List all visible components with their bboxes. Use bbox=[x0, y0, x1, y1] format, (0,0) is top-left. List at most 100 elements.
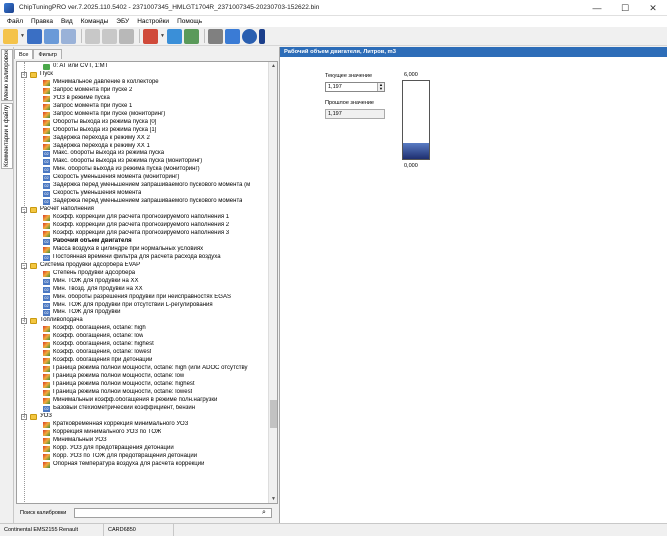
tree-item[interactable]: 02 Рабочий объем двигателя bbox=[17, 238, 269, 246]
tree-item[interactable]: Обороты выхода из режима пуска [1] bbox=[17, 127, 269, 135]
tree-folder[interactable]: − Пуск bbox=[17, 71, 269, 79]
tree-item[interactable]: Минимальный УОЗ bbox=[17, 437, 269, 445]
tree-item[interactable]: Коэфф. обогащения, octane: highest bbox=[17, 341, 269, 349]
tree-item[interactable]: Запрос момента при пуске 1 bbox=[17, 103, 269, 111]
compare-icon[interactable] bbox=[143, 28, 158, 44]
help-icon[interactable] bbox=[242, 28, 257, 44]
search-icon[interactable] bbox=[184, 28, 199, 44]
menu-help[interactable]: Помощь bbox=[173, 18, 206, 25]
save-as-icon[interactable] bbox=[44, 28, 59, 44]
tree-item-label: Расчет наполнения bbox=[40, 206, 94, 213]
tree-item[interactable]: 02 Скорость уменьшения момента bbox=[17, 190, 269, 198]
tree-item[interactable]: Корр. УОЗ по ТОЖ для предотвращения дето… bbox=[17, 453, 269, 461]
tree-item[interactable]: Минимальный коэфф.обогащения в режиме по… bbox=[17, 397, 269, 405]
spin-down-icon[interactable]: ▼ bbox=[377, 87, 384, 91]
copy-icon[interactable] bbox=[85, 28, 100, 44]
tree-item[interactable]: Запрос момента при пуске (мониторинг) bbox=[17, 111, 269, 119]
tree-item-label: Граница режима полной мощности, octane: … bbox=[53, 381, 195, 387]
tree-item[interactable]: 02 Мин. обороты разрешения продувки при н… bbox=[17, 294, 269, 302]
tree-item[interactable]: 0: AT или CVT, 1:MT bbox=[17, 63, 269, 71]
tools-icon[interactable] bbox=[208, 28, 223, 44]
close-button[interactable]: ✕ bbox=[639, 0, 667, 16]
tree-item[interactable]: 02 Мин. обороты выхода из режима пуска (м… bbox=[17, 166, 269, 174]
menu-commands[interactable]: Команды bbox=[77, 18, 113, 25]
tree-item[interactable]: 02 Макс. обороты выхода из режима пуска bbox=[17, 150, 269, 158]
scroll-thumb[interactable] bbox=[270, 400, 277, 428]
tree-item[interactable]: Коррекция минимального УОЗ по ТОЖ bbox=[17, 429, 269, 437]
tree-item-label: Граница режима полной мощности, octane: … bbox=[53, 388, 193, 395]
tree-item[interactable]: 02 Задержка перед уменьшением запрашиваем… bbox=[17, 198, 269, 206]
tree-item[interactable]: УОЗ в режиме пуска bbox=[17, 95, 269, 103]
paste-icon[interactable] bbox=[102, 28, 117, 44]
save-icon[interactable] bbox=[27, 28, 42, 44]
tree-item[interactable]: 02 Мин. ТОЖ для продувки на ХХ bbox=[17, 278, 269, 286]
calc-icon[interactable] bbox=[119, 28, 134, 44]
open-icon[interactable] bbox=[3, 28, 18, 44]
tree-item[interactable]: Степень продувки адсорбера bbox=[17, 270, 269, 278]
tab-all[interactable]: Все bbox=[14, 49, 34, 59]
tree-item[interactable]: Коэфф. обогащения, octane: low bbox=[17, 333, 269, 341]
magnifier-icon[interactable]: ⌕ bbox=[262, 509, 270, 517]
tree-item[interactable]: Коэфф. коррекции для расчета прогнозируе… bbox=[17, 222, 269, 230]
previous-value-field: 1,197 bbox=[325, 109, 385, 119]
scroll-down-icon[interactable]: ▼ bbox=[269, 495, 277, 503]
tree-item[interactable]: 02 Мин. ТОЖ для продувки bbox=[17, 309, 269, 317]
tree-item[interactable]: Граница режима полной мощности, octane: … bbox=[17, 381, 269, 389]
tree-item[interactable]: Обороты выхода из режима пуска [0] bbox=[17, 119, 269, 127]
tree-item[interactable]: Задержка перехода к режиму ХХ 2 bbox=[17, 135, 269, 143]
minimize-button[interactable]: — bbox=[583, 0, 611, 16]
tree-item[interactable]: Запрос момента при пуске 2 bbox=[17, 87, 269, 95]
tree-item[interactable]: 02 Скорость уменьшения момента (мониторин… bbox=[17, 174, 269, 182]
tree-item[interactable]: Минимальное давление в коллекторе bbox=[17, 79, 269, 87]
tree-item[interactable]: Задержка перехода к режиму ХХ 1 bbox=[17, 143, 269, 151]
map-3d-icon bbox=[43, 103, 50, 110]
menu-view[interactable]: Вид bbox=[57, 18, 77, 25]
menu-settings[interactable]: Настройки bbox=[133, 18, 173, 25]
tree-item[interactable]: Масса воздуха в цилиндре при нормальных … bbox=[17, 246, 269, 254]
tab-calibration-menu[interactable]: Меню калибровок bbox=[1, 49, 13, 101]
tree-folder[interactable]: − УОЗ bbox=[17, 413, 269, 421]
tree-folder[interactable]: − Топливоподача bbox=[17, 317, 269, 325]
tab-filter[interactable]: Фильтр bbox=[33, 49, 62, 59]
folder-icon bbox=[30, 413, 37, 420]
tree-item[interactable]: Коэфф. обогащения, octane: lowest bbox=[17, 349, 269, 357]
tree-item[interactable]: 02 Мин. Твозд. для продувки на ХХ bbox=[17, 286, 269, 294]
menu-file[interactable]: Файл bbox=[3, 18, 27, 25]
compare-dropdown-icon[interactable]: ▼ bbox=[160, 33, 165, 39]
tree-item[interactable]: Граница режима полной мощности, octane: … bbox=[17, 365, 269, 373]
tree-scrollbar[interactable]: ▲ ▼ bbox=[268, 62, 277, 503]
tree-item-label: Степень продувки адсорбера bbox=[53, 269, 136, 276]
tab-file-comments[interactable]: Комментарии к файлу bbox=[1, 103, 13, 169]
extra-icon[interactable] bbox=[259, 28, 265, 44]
menu-ecu[interactable]: ЭБУ bbox=[112, 18, 133, 25]
open-dropdown-icon[interactable]: ▼ bbox=[20, 33, 25, 39]
menu-edit[interactable]: Правка bbox=[27, 18, 57, 25]
tree-item[interactable]: 02 Мин. ТОЖ для продувки при отсутствии L… bbox=[17, 302, 269, 310]
current-value-spinner[interactable]: 1,197 ▲ ▼ bbox=[325, 82, 385, 92]
tree-item[interactable]: 02 Макс. обороты выхода из режима пуска (… bbox=[17, 158, 269, 166]
nav-icon[interactable] bbox=[167, 28, 182, 44]
undo-icon[interactable] bbox=[61, 28, 76, 44]
maximize-button[interactable]: ☐ bbox=[611, 0, 639, 16]
tree-item[interactable]: 02 Задержка перед уменьшением запрашиваем… bbox=[17, 182, 269, 190]
toolbar-separator bbox=[204, 29, 205, 43]
tree-folder[interactable]: − Система продувки адсорбера EVAP bbox=[17, 262, 269, 270]
tree-item[interactable]: Граница режима полной мощности, octane: … bbox=[17, 373, 269, 381]
tree-item[interactable]: Коэфф. обогащения при детонации bbox=[17, 357, 269, 365]
tree-item[interactable]: Коэфф. коррекции для расчета прогнозируе… bbox=[17, 214, 269, 222]
tree-folder[interactable]: − Расчет наполнения bbox=[17, 206, 269, 214]
map-3d-icon bbox=[43, 334, 50, 341]
search-input[interactable]: ⌕ bbox=[74, 508, 272, 518]
tree-item[interactable]: Корр. УОЗ для предотвращения детонации bbox=[17, 445, 269, 453]
tree-item[interactable]: Коэфф. коррекции для расчета прогнозируе… bbox=[17, 230, 269, 238]
scroll-up-icon[interactable]: ▲ bbox=[269, 62, 277, 70]
tree-item[interactable]: 02 Постоянная времени фильтра для расчета… bbox=[17, 254, 269, 262]
tree-item-label: Коэфф. коррекции для расчета прогнозируе… bbox=[53, 229, 230, 236]
tree-item-label: Запрос момента при пуске 1 bbox=[53, 102, 133, 109]
tree-item[interactable]: Кратковременная коррекция минимального У… bbox=[17, 421, 269, 429]
tree-item[interactable]: Коэфф. обогащения, octane: high bbox=[17, 325, 269, 333]
tree-item[interactable]: Граница режима полной мощности, octane: … bbox=[17, 389, 269, 397]
tree-item[interactable]: Опорная температура воздуха для расчёта … bbox=[17, 461, 269, 469]
connect-icon[interactable] bbox=[225, 28, 240, 44]
tree-item[interactable]: 02 Базовый стехиометрический коэффициент,… bbox=[17, 405, 269, 413]
